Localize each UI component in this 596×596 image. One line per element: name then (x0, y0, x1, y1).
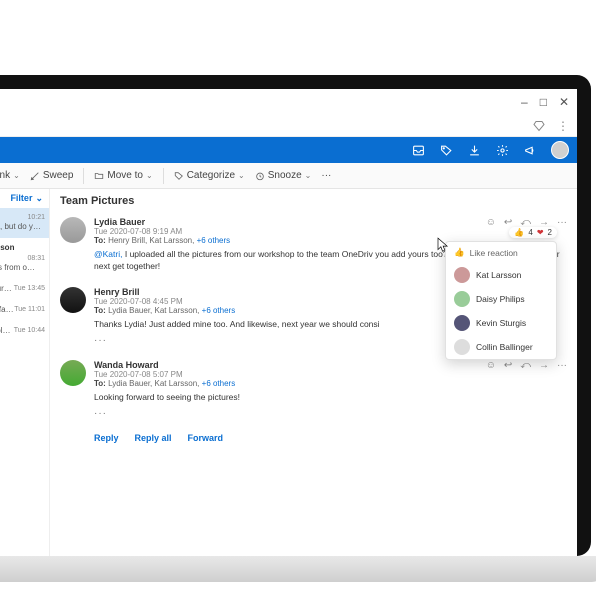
forward-button[interactable]: Forward (188, 433, 224, 443)
recipients: To: Lydia Bauer, Kat Larsson, +6 others (94, 379, 567, 388)
reaction-person[interactable]: Kevin Sturgis (446, 311, 556, 335)
message-actions: ☺ ↩ ⤺ → ··· (486, 360, 567, 371)
ribbon-blue-bar (0, 137, 577, 163)
snooze-label: Snooze (268, 170, 302, 181)
reaction-person[interactable]: Daisy Philips (446, 287, 556, 311)
sweep-label: Sweep (43, 170, 74, 181)
close-button[interactable]: ✕ (559, 95, 569, 109)
megaphone-icon[interactable] (523, 143, 537, 157)
filter-button[interactable]: Filter ⌄ (0, 189, 49, 208)
gem-icon[interactable] (533, 120, 545, 132)
categorize-label: Categorize (187, 170, 235, 181)
thread-subject: Team Pictures (60, 195, 567, 207)
maximize-button[interactable]: □ (540, 95, 547, 109)
categorize-button[interactable]: Categorize⌄ (174, 170, 245, 181)
list-item[interactable]: 10:21 minute, but do you … (0, 208, 49, 238)
reply-icon[interactable]: ↩ (504, 360, 512, 371)
reaction-header: 👍Like reaction (446, 242, 556, 263)
cursor-icon (435, 237, 449, 253)
message-date: Tue 2020-07-08 5:07 PM (94, 370, 567, 379)
gear-icon[interactable] (495, 143, 509, 157)
main-area: Filter ⌄ 10:21 minute, but do you … at L… (0, 189, 577, 556)
more-actions-icon[interactable]: ··· (557, 360, 567, 371)
forward-icon[interactable]: → (539, 360, 549, 371)
emoji-react-icon[interactable]: ☺ (486, 217, 496, 228)
reply-all-icon[interactable]: ⤺ (520, 360, 531, 371)
more-actions-icon[interactable]: ··· (557, 217, 567, 228)
expand-icon[interactable]: ··· (94, 408, 567, 419)
move-label: Move to (107, 170, 143, 181)
laptop-base (0, 556, 596, 582)
inbox-icon[interactable] (411, 143, 425, 157)
premium-bar: ⋮ (0, 115, 577, 137)
minimize-button[interactable]: – (521, 95, 528, 109)
list-item[interactable]: at Larsson 08:31 pictures from o… (0, 238, 49, 279)
junk-button[interactable]: Junk⌄ (0, 170, 20, 181)
list-item[interactable]: Tue 11:01 ng our fall interns' … (0, 300, 49, 321)
tag-icon[interactable] (439, 143, 453, 157)
reply-row: Reply Reply all Forward (94, 433, 567, 443)
reaction-person[interactable]: Kat Larsson (446, 263, 556, 287)
reaction-popover: 👍Like reaction Kat Larsson Daisy Philips… (445, 241, 557, 360)
reaction-person[interactable]: Collin Ballinger (446, 335, 556, 359)
thumb-count: 4 (528, 228, 532, 237)
sender-avatar (60, 360, 86, 386)
junk-label: Junk (0, 170, 10, 181)
reaction-pill[interactable]: 👍4 ❤2 (509, 227, 557, 238)
reply-all-button[interactable]: Reply all (135, 433, 172, 443)
sweep-button[interactable]: Sweep (30, 170, 74, 181)
drive-icon[interactable] (467, 143, 481, 157)
reading-pane: Team Pictures Lydia Bauer Tue 2020-07-08… (50, 189, 577, 556)
list-item[interactable]: Tue 13:45 near our hotel, what … (0, 279, 49, 300)
more-icon[interactable]: ⋮ (557, 119, 569, 133)
list-item[interactable]: Tue 10:44 g for volunteers for … (0, 321, 49, 342)
message-date: Tue 2020-07-08 9:19 AM (94, 227, 567, 236)
message-item: Lydia Bauer Tue 2020-07-08 9:19 AM To: H… (60, 217, 567, 273)
window-titlebar: – □ ✕ (0, 89, 577, 115)
sender-avatar (60, 287, 86, 313)
message-body: Looking forward to seeing the pictures! (94, 392, 567, 404)
reply-button[interactable]: Reply (94, 433, 119, 443)
message-item: Wanda Howard Tue 2020-07-08 5:07 PM To: … (60, 360, 567, 419)
snooze-button[interactable]: Snooze⌄ (255, 170, 312, 181)
reply-icon[interactable]: ↩ (504, 217, 512, 228)
move-to-button[interactable]: Move to⌄ (94, 170, 152, 181)
cmdbar-more-button[interactable]: ··· (321, 170, 331, 181)
app-window: – □ ✕ ⋮ Junk⌄ Sweep Move to⌄ (0, 75, 591, 556)
heart-count: 2 (548, 228, 552, 237)
message-list: Filter ⌄ 10:21 minute, but do you … at L… (0, 189, 50, 556)
account-avatar[interactable] (551, 141, 569, 159)
sender-avatar (60, 217, 86, 243)
emoji-react-icon[interactable]: ☺ (486, 360, 496, 371)
command-bar: Junk⌄ Sweep Move to⌄ Categorize⌄ Snooze⌄… (0, 163, 577, 189)
